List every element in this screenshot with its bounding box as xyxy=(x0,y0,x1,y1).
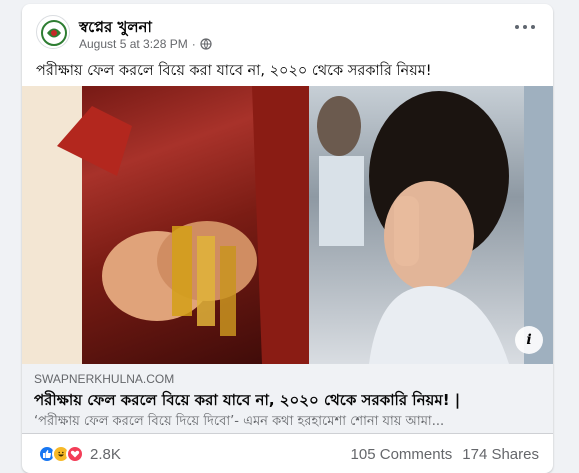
link-preview-image[interactable]: i xyxy=(22,86,553,364)
comments-count[interactable]: 105 Comments xyxy=(351,446,453,463)
engagement-stats: 105 Comments 174 Shares xyxy=(351,446,539,463)
post-meta: August 5 at 3:28 PM · xyxy=(79,37,212,51)
globe-icon[interactable] xyxy=(200,38,212,50)
reactions-summary[interactable]: 2.8K xyxy=(38,445,121,463)
wedding-hands-illustration xyxy=(22,86,309,364)
crying-student-photo xyxy=(309,86,553,364)
wedding-hands-photo xyxy=(22,86,309,364)
link-preview[interactable]: SWAPNERKHULNA.COM পরীক্ষায় ফেল করলে বিয… xyxy=(22,364,553,434)
post-card: স্বপ্নের খুলনা August 5 at 3:28 PM · পরী… xyxy=(22,4,553,473)
shares-count[interactable]: 174 Shares xyxy=(462,446,539,463)
crying-student-illustration xyxy=(317,86,553,364)
link-title[interactable]: পরীক্ষায় ফেল করলে বিয়ে করা যাবে না, ২০… xyxy=(34,389,460,414)
engagement-bar: 2.8K 105 Comments 174 Shares xyxy=(22,434,553,473)
post-text: পরীক্ষায় ফেল করলে বিয়ে করা যাবে না, ২০… xyxy=(36,63,432,79)
love-icon xyxy=(66,445,84,463)
post-timestamp[interactable]: August 5 at 3:28 PM xyxy=(79,37,188,51)
link-domain: SWAPNERKHULNA.COM xyxy=(34,372,175,386)
info-button[interactable]: i xyxy=(515,326,543,354)
page-avatar[interactable] xyxy=(36,15,70,49)
post-header: স্বপ্নের খুলনা August 5 at 3:28 PM · xyxy=(22,4,553,54)
link-description: ‘পরীক্ষায় ফেল করলে বিয়ে দিয়ে দিবো’- এ… xyxy=(34,414,445,429)
page-logo-icon xyxy=(38,17,69,48)
more-options-icon[interactable] xyxy=(515,22,535,32)
reaction-count[interactable]: 2.8K xyxy=(90,446,121,463)
